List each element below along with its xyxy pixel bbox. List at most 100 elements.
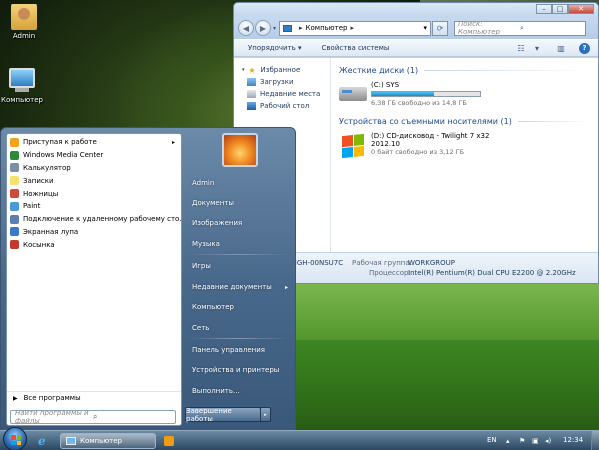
start-button[interactable] xyxy=(3,427,27,450)
program-list: Приступая к работе ▸ Windows Media Center К… xyxy=(7,134,181,251)
breadcrumb-chevron-icon[interactable]: ▸ xyxy=(299,24,303,32)
submenu-arrow-icon: ▸ xyxy=(285,284,289,291)
program-item[interactable]: Paint xyxy=(7,200,181,213)
shutdown-options-icon[interactable]: ▸ xyxy=(260,407,271,422)
program-label: Подключение к удаленному рабочему сто... xyxy=(23,215,181,224)
tray-expand-icon[interactable]: ▴ xyxy=(506,437,514,445)
address-row: ◀ ▶ ▾ ▸ Компьютер ▸ ▾ ⟳ Поиск: Компьютер… xyxy=(234,17,598,39)
all-programs-button[interactable]: ▶ Все программы xyxy=(7,391,181,404)
start-right-recent[interactable]: Недавние документы xyxy=(192,283,272,291)
program-item[interactable]: Калькулятор xyxy=(7,162,181,175)
program-icon xyxy=(10,201,19,211)
back-button[interactable]: ◀ xyxy=(238,20,254,36)
address-bar[interactable]: ▸ Компьютер ▸ ▾ xyxy=(279,20,432,36)
view-dropdown-icon[interactable]: ▾ xyxy=(531,43,543,53)
user-picture[interactable] xyxy=(222,133,258,167)
taskbar: e Компьютер EN ▴ ⚑ ▣ ◂) 12:34 xyxy=(0,427,599,450)
start-right-network[interactable]: Сеть xyxy=(192,324,209,332)
group-header-hard-disks[interactable]: Жесткие диски (1) xyxy=(339,66,590,75)
desktop-icon-admin[interactable]: Admin xyxy=(0,4,54,40)
history-dropdown-icon[interactable]: ▾ xyxy=(273,25,276,32)
program-icon xyxy=(10,150,19,160)
program-label: Записки xyxy=(23,176,54,185)
preview-pane-icon[interactable]: ▥ xyxy=(555,43,567,53)
drive-free-space: 0 байт свободно из 3,12 ГБ xyxy=(371,148,465,156)
start-right-games[interactable]: Игры xyxy=(192,262,211,270)
internet-explorer-icon[interactable]: e xyxy=(38,434,52,448)
program-item[interactable]: Ножницы xyxy=(7,187,181,200)
workgroup-value: WORKGROUP xyxy=(408,259,456,267)
start-search-input[interactable]: Найти программы и файлы ⌕ xyxy=(10,409,176,425)
program-item[interactable]: Подключение к удаленному рабочему сто... xyxy=(7,213,181,226)
program-item[interactable]: Экранная лупа xyxy=(7,226,181,239)
program-label: Paint xyxy=(23,202,41,211)
search-input[interactable]: Поиск: Компьютер ⌕ xyxy=(454,20,587,36)
start-right-documents[interactable]: Документы xyxy=(192,199,234,207)
program-item[interactable]: Windows Media Center xyxy=(7,149,181,162)
drive-c[interactable]: (C:) SYS 6,38 ГБ свободно из 14,8 ГБ xyxy=(339,81,590,107)
shutdown-button[interactable]: Завершение работы xyxy=(185,407,261,423)
start-right-run[interactable]: Выполнить... xyxy=(192,387,240,395)
desktop-icon-label: Admin xyxy=(12,32,36,40)
window-titlebar[interactable]: – □ ✕ xyxy=(234,3,598,17)
nav-favorites[interactable]: ▾ ★ Избранное xyxy=(234,64,330,76)
language-indicator[interactable]: EN xyxy=(487,436,497,444)
program-label: Windows Media Center xyxy=(23,151,104,160)
drive-free-space: 6,38 ГБ свободно из 14,8 ГБ xyxy=(371,99,467,107)
computer-name: BIGH-00NSU7C xyxy=(290,259,344,267)
search-icon: ⌕ xyxy=(93,412,98,421)
show-desktop-button[interactable] xyxy=(591,431,599,450)
start-right-computer[interactable]: Компьютер xyxy=(192,303,234,311)
nav-item-desktop[interactable]: Рабочий стол xyxy=(234,100,330,112)
drive-d[interactable]: (D:) CD-дисковод - Twilight 7 x32 2012.1… xyxy=(339,132,590,159)
program-label: Экранная лупа xyxy=(23,227,79,236)
desktop-icon-computer[interactable]: Компьютер xyxy=(0,68,52,104)
content-pane: Жесткие диски (1) (C:) SYS 6,38 ГБ свобо… xyxy=(331,58,598,252)
nav-item-recent-places[interactable]: Недавние места xyxy=(234,88,330,100)
start-right-control-panel[interactable]: Панель управления xyxy=(192,346,265,354)
program-icon xyxy=(10,176,19,186)
taskbar-window-computer[interactable]: Компьютер xyxy=(60,433,156,449)
refresh-button[interactable]: ⟳ xyxy=(432,20,449,36)
start-right-devices[interactable]: Устройства и принтеры xyxy=(192,366,279,374)
program-icon xyxy=(10,137,19,147)
close-button[interactable]: ✕ xyxy=(568,4,594,14)
drive-usage-bar xyxy=(371,91,481,97)
media-player-icon[interactable] xyxy=(164,436,174,446)
forward-button[interactable]: ▶ xyxy=(255,20,271,36)
action-center-flag-icon[interactable]: ⚑ xyxy=(519,437,527,445)
program-item[interactable]: Приступая к работе ▸ xyxy=(7,136,181,149)
volume-icon[interactable]: ◂) xyxy=(545,437,553,445)
drive-name: (D:) CD-дисковод - Twilight 7 x32 xyxy=(371,132,490,140)
address-dropdown-icon[interactable]: ▾ xyxy=(424,24,428,32)
minimize-button[interactable]: – xyxy=(536,4,552,14)
search-placeholder: Поиск: Компьютер xyxy=(458,20,500,36)
program-label: Приступая к работе xyxy=(23,138,97,147)
start-right-music[interactable]: Музыка xyxy=(192,240,220,248)
start-right-user[interactable]: Admin xyxy=(192,179,214,187)
breadcrumb-computer[interactable]: Компьютер xyxy=(306,24,348,32)
user-folder-icon xyxy=(11,4,37,30)
program-item[interactable]: Записки xyxy=(7,174,181,187)
program-item[interactable]: Косынка xyxy=(7,238,181,251)
downloads-folder-icon xyxy=(247,78,256,86)
desktop-icon-label: Компьютер xyxy=(1,96,43,104)
program-label: Косынка xyxy=(23,240,55,249)
network-icon[interactable]: ▣ xyxy=(532,437,540,445)
view-options-icon[interactable]: ☷ xyxy=(515,43,527,53)
submenu-arrow-icon: ▸ xyxy=(171,138,175,146)
nav-item-downloads[interactable]: Загрузки xyxy=(234,76,330,88)
clock[interactable]: 12:34 xyxy=(563,436,583,444)
help-icon[interactable]: ? xyxy=(579,42,590,54)
program-label: Калькулятор xyxy=(23,163,71,172)
breadcrumb-chevron-icon[interactable]: ▸ xyxy=(351,24,355,32)
organize-button[interactable]: Упорядочить ▾ xyxy=(248,44,302,52)
maximize-button[interactable]: □ xyxy=(552,4,568,14)
system-properties-button[interactable]: Свойства системы xyxy=(322,44,390,52)
group-header-removable[interactable]: Устройства со съемными носителями (1) xyxy=(339,117,590,126)
start-menu-programs-pane: Приступая к работе ▸ Windows Media Center К… xyxy=(6,133,182,426)
computer-icon xyxy=(9,68,35,94)
computer-icon xyxy=(66,437,76,445)
cpu-value: Intel(R) Pentium(R) Dual CPU E2200 @ 2.2… xyxy=(408,269,576,277)
start-right-pictures[interactable]: Изображения xyxy=(192,219,242,227)
